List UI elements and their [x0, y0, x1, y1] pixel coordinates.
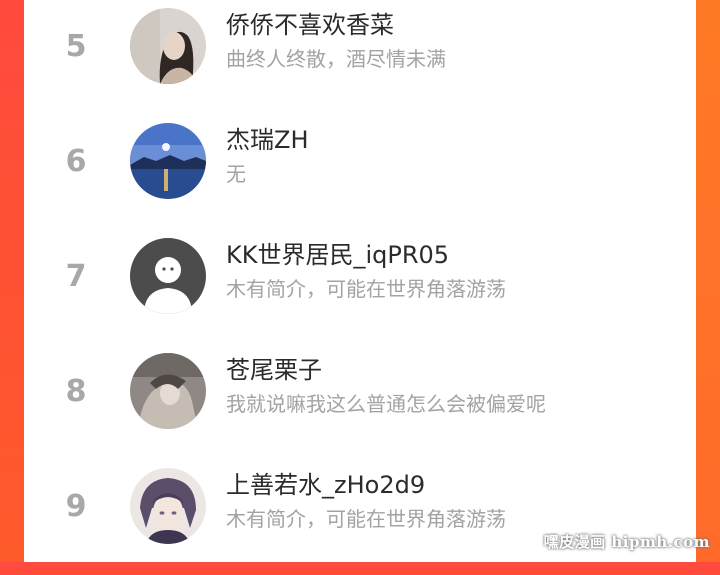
- list-item[interactable]: 6 杰瑞ZH 无: [24, 115, 696, 230]
- user-bio: 木有简介，可能在世界角落游荡: [226, 507, 506, 531]
- list-item[interactable]: 8 苍尾栗子 我就说嘛我这么普通怎么会被偏爱呢: [24, 345, 696, 460]
- user-bio: 曲终人终散，酒尽情未满: [226, 47, 446, 71]
- background-right-edge: [694, 0, 720, 562]
- user-name[interactable]: 侨侨不喜欢香菜: [226, 10, 394, 40]
- avatar[interactable]: [130, 8, 206, 84]
- avatar[interactable]: [130, 238, 206, 314]
- user-name[interactable]: 杰瑞ZH: [226, 125, 309, 155]
- user-name[interactable]: KK世界居民_iqPR05: [226, 240, 449, 270]
- user-bio: 我就说嘛我这么普通怎么会被偏爱呢: [226, 392, 546, 416]
- watermark: 嘿皮漫画 hipmh.com: [543, 533, 710, 551]
- rank-number: 6: [65, 144, 87, 179]
- rank-number: 8: [65, 374, 87, 409]
- avatar[interactable]: [130, 123, 206, 199]
- avatar[interactable]: [130, 468, 206, 544]
- avatar[interactable]: [130, 353, 206, 429]
- list-item[interactable]: 5 侨侨不喜欢香菜 曲终人终散，酒尽情未满: [24, 0, 696, 115]
- rank-number: 7: [65, 259, 87, 294]
- list-item[interactable]: 9 上善若水_zHo2d9 木有简介，可能在世界角落游荡: [24, 460, 696, 575]
- user-bio: 无: [226, 162, 246, 186]
- user-bio: 木有简介，可能在世界角落游荡: [226, 277, 506, 301]
- user-name[interactable]: 上善若水_zHo2d9: [226, 470, 425, 500]
- user-name[interactable]: 苍尾栗子: [226, 355, 322, 385]
- ranking-list: 5 侨侨不喜欢香菜 曲终人终散，酒尽情未满 6 杰瑞ZH 无 7 KK世界居民_…: [24, 0, 696, 562]
- rank-number: 9: [65, 489, 87, 524]
- rank-number: 5: [65, 29, 87, 64]
- list-item[interactable]: 7 KK世界居民_iqPR05 木有简介，可能在世界角落游荡: [24, 230, 696, 345]
